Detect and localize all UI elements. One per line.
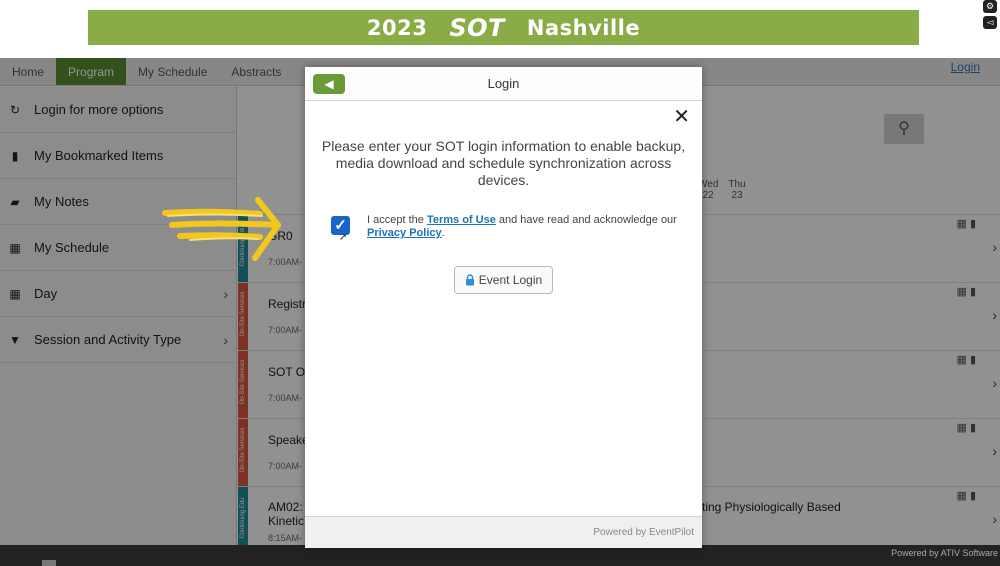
footer-bar: Powered by ATIV Software <box>0 545 1000 566</box>
terms-of-use-link[interactable]: Terms of Use <box>427 214 496 226</box>
event-login-label: Event Login <box>478 273 543 287</box>
banner-year: 2023 <box>366 15 428 40</box>
mini-icon <box>42 560 56 566</box>
settings-icon[interactable]: ⚙ <box>983 0 997 13</box>
lock-icon <box>465 274 474 286</box>
modal-title: Login <box>487 76 520 91</box>
send-icon[interactable]: ◅ <box>983 16 997 29</box>
arrow-annotation-icon <box>162 197 281 261</box>
event-login-button[interactable]: Event Login <box>454 266 553 294</box>
sot-logo: SOT <box>449 13 505 42</box>
event-banner: 2023 SOT Nashville <box>88 10 919 45</box>
accept-terms-text: I accept the Terms of Use and have read … <box>367 214 677 239</box>
privacy-policy-link[interactable]: Privacy Policy <box>367 227 442 239</box>
close-icon[interactable]: ✕ <box>673 107 690 127</box>
modal-footer: Powered by EventPilot <box>305 516 702 548</box>
powered-by-ativ: Powered by ATIV Software <box>891 548 998 558</box>
login-modal: ◀ Login ✕ Please enter your SOT login in… <box>305 67 702 548</box>
modal-header: ◀ Login <box>305 67 702 101</box>
login-message: Please enter your SOT login information … <box>321 138 686 188</box>
mouse-cursor-icon: ➚ <box>339 232 348 243</box>
banner-city: Nashville <box>526 15 641 40</box>
window-controls: ⚙ ◅ <box>983 0 997 29</box>
powered-by-eventpilot: Powered by EventPilot <box>593 527 694 538</box>
